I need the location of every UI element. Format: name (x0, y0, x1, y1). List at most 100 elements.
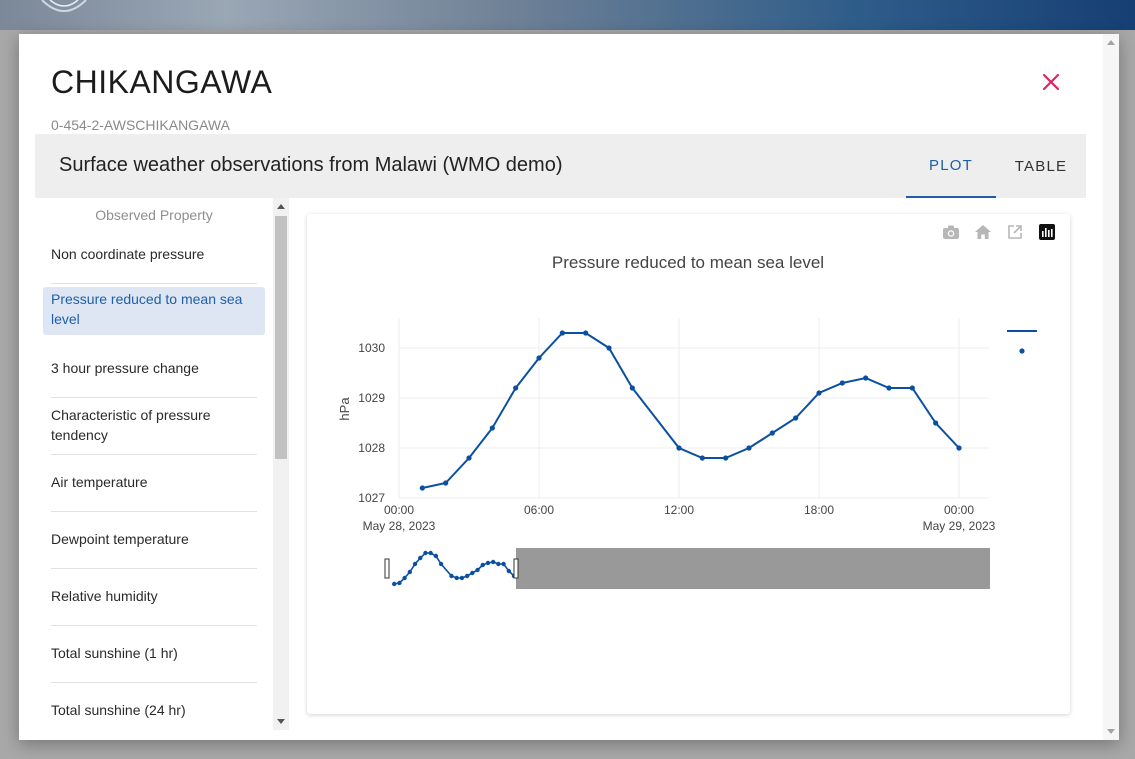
scroll-down-arrow-icon[interactable] (1107, 729, 1115, 734)
data-point[interactable] (443, 480, 449, 486)
pressure-chart[interactable]: Pressure reduced to mean sea level 1027 1… (307, 214, 1070, 714)
mini-data-point (485, 560, 491, 566)
data-point[interactable] (956, 445, 962, 451)
sidebar-item-label: Pressure reduced to mean sea level (51, 291, 243, 327)
chart-legend (1007, 330, 1037, 354)
sidebar-item-label: Total sunshine (24 hr) (51, 702, 186, 718)
close-button[interactable] (1039, 70, 1063, 94)
observed-property-list: Observed Property Non coordinate pressur… (35, 198, 289, 730)
y-tick-label: 1027 (358, 491, 385, 505)
sidebar-item-relative-humidity[interactable]: Relative humidity (51, 586, 257, 626)
close-icon (1042, 73, 1060, 91)
collection-title: Surface weather observations from Malawi… (59, 154, 563, 176)
sidebar-header: Observed Property (95, 207, 213, 223)
mini-data-point (438, 561, 444, 567)
data-point[interactable] (513, 385, 519, 391)
data-point[interactable] (606, 345, 612, 351)
sidebar-item-label: Relative humidity (51, 588, 158, 604)
mini-data-point (412, 561, 418, 567)
data-point[interactable] (536, 355, 542, 361)
data-point[interactable] (629, 385, 635, 391)
sidebar-item-dewpoint-temperature[interactable]: Dewpoint temperature (51, 529, 257, 569)
chart-title: Pressure reduced to mean sea level (552, 253, 824, 272)
sidebar-item-label: Total sunshine (1 hr) (51, 645, 178, 661)
x-tick-sublabel: May 28, 2023 (363, 519, 436, 533)
sidebar-item-pressure-msl[interactable]: Pressure reduced to mean sea level (43, 287, 265, 335)
mini-data-point (490, 559, 496, 565)
range-slider-right-handle[interactable] (513, 558, 519, 579)
scroll-up-arrow-icon[interactable] (1107, 40, 1115, 45)
tab-plot[interactable]: PLOT (906, 134, 996, 198)
y-axis-ticks: 1027 1028 1029 1030 (358, 341, 385, 505)
mini-data-point (428, 550, 433, 556)
data-point[interactable] (699, 455, 705, 461)
data-point[interactable] (723, 455, 729, 461)
data-point[interactable] (746, 445, 752, 451)
data-point[interactable] (863, 375, 869, 381)
sidebar-scrollbar[interactable] (273, 198, 289, 730)
mini-data-point (433, 553, 439, 559)
x-tick-label: 00:00 (384, 503, 414, 517)
data-point[interactable] (816, 390, 822, 396)
mini-data-point (407, 569, 413, 575)
data-point[interactable] (793, 415, 799, 421)
mini-data-point (418, 555, 423, 561)
mini-data-point (402, 575, 407, 581)
station-id: 0-454-2-AWSCHIKANGAWA (51, 117, 230, 133)
y-tick-label: 1028 (358, 441, 385, 455)
legend-marker-swatch (1019, 348, 1025, 354)
mini-data-point (464, 573, 470, 579)
range-slider[interactable] (384, 548, 990, 589)
x-tick-label: 06:00 (524, 503, 554, 517)
data-point[interactable] (489, 425, 495, 431)
y-tick-label: 1029 (358, 391, 385, 405)
sidebar-item-label: Characteristic of pressure tendency (51, 407, 211, 443)
sidebar-item-non-coordinate-pressure[interactable]: Non coordinate pressure (51, 244, 257, 284)
mini-data-point (480, 562, 485, 568)
range-slider-left-handle[interactable] (384, 558, 390, 579)
sidebar-scroll-thumb[interactable] (275, 216, 287, 459)
x-tick-label: 00:00 (944, 503, 974, 517)
sidebar-item-label: Air temperature (51, 474, 148, 490)
x-axis-ticks: 00:00 May 28, 2023 06:00 12:00 18:00 00:00 May… (363, 503, 996, 533)
data-point[interactable] (676, 445, 682, 451)
data-point[interactable] (933, 420, 939, 426)
data-point[interactable] (466, 455, 472, 461)
sidebar-item-total-sunshine-24hr[interactable]: Total sunshine (24 hr) (51, 700, 257, 730)
series-layer (419, 330, 962, 491)
mini-data-point (506, 568, 511, 574)
data-point[interactable] (839, 380, 845, 386)
data-point[interactable] (886, 385, 892, 391)
sidebar-item-3-hour-pressure-change[interactable]: 3 hour pressure change (51, 358, 257, 398)
dialog-scrollbar[interactable] (1103, 34, 1119, 740)
data-point[interactable] (559, 330, 565, 336)
chart-grid (398, 318, 989, 499)
mini-data-point (454, 575, 459, 581)
top-banner (0, 0, 1135, 30)
range-slider-mini-series (392, 550, 517, 587)
wmo-logo-icon (41, 0, 87, 12)
data-point[interactable] (769, 430, 775, 436)
sidebar-item-label: Dewpoint temperature (51, 531, 189, 547)
sidebar-item-pressure-tendency[interactable]: Characteristic of pressure tendency (51, 405, 257, 455)
station-name: CHIKANGAWA (51, 64, 273, 100)
tab-table[interactable]: TABLE (996, 134, 1086, 198)
x-tick-sublabel: May 29, 2023 (923, 519, 996, 533)
mini-series-line (394, 552, 515, 585)
sidebar-item-air-temperature[interactable]: Air temperature (51, 472, 257, 512)
sidebar-item-total-sunshine-1hr[interactable]: Total sunshine (1 hr) (51, 643, 257, 683)
collection-header: Surface weather observations from Malawi… (35, 134, 1086, 198)
mini-data-point (397, 580, 402, 586)
scroll-down-arrow-icon[interactable] (277, 719, 285, 724)
x-tick-label: 12:00 (664, 503, 694, 517)
station-dialog: CHIKANGAWA 0-454-2-AWSCHIKANGAWA Surface… (19, 34, 1119, 740)
y-axis-label: hPa (337, 397, 352, 421)
data-point[interactable] (909, 385, 915, 391)
data-point[interactable] (419, 485, 425, 491)
mini-data-point (501, 561, 506, 567)
plot-panel: Pressure reduced to mean sea level 1027 1… (307, 214, 1070, 714)
mini-data-point (392, 581, 397, 587)
data-point[interactable] (583, 330, 589, 336)
x-tick-label: 18:00 (804, 503, 834, 517)
scroll-up-arrow-icon[interactable] (277, 204, 285, 209)
